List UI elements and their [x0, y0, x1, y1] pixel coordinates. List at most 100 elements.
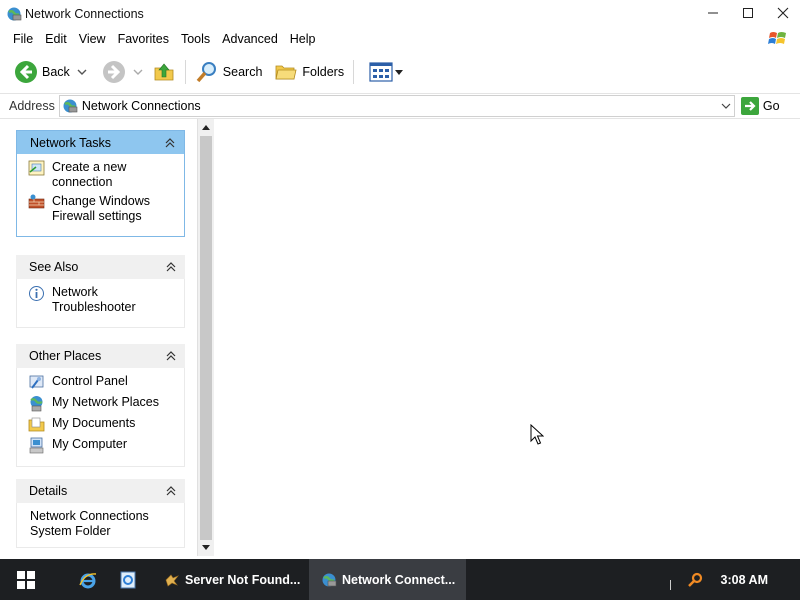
search-icon	[196, 62, 216, 83]
toolbar-separator	[184, 60, 186, 84]
menu-help[interactable]: Help	[284, 32, 322, 46]
task-label: My Computer	[52, 437, 128, 451]
title-bar[interactable]: Network Connections	[0, 0, 800, 28]
panel-title: Other Places	[29, 349, 102, 363]
close-button[interactable]	[765, 0, 800, 26]
task-label: Create a new connection	[52, 160, 127, 189]
mouse-pointer-icon	[530, 424, 544, 445]
taskbar-button-server-not-found[interactable]: Server Not Found...	[152, 559, 309, 600]
collapse-chevron-icon[interactable]	[166, 486, 176, 496]
task-pane: Network Tasks Create a new connection Ch…	[0, 119, 197, 559]
back-label: Back	[42, 65, 70, 79]
taskbar: Server Not Found... Network Connect... 3…	[0, 559, 800, 600]
details-panel: Details Network Connections System Folde…	[16, 479, 185, 548]
control-panel-icon	[29, 375, 44, 389]
task-network-troubleshooter[interactable]: Network Troubleshooter	[28, 285, 184, 315]
tray-divider	[669, 579, 671, 590]
network-tasks-header[interactable]: Network Tasks	[16, 130, 185, 154]
address-input[interactable]: Network Connections	[58, 95, 735, 117]
internet-explorer-icon	[79, 572, 97, 588]
collapse-chevron-icon[interactable]	[166, 262, 176, 272]
explorer-window: Network Connections File Edit View Favor…	[0, 0, 800, 559]
search-label: Search	[222, 65, 263, 79]
task-label: Control Panel	[52, 374, 128, 388]
system-tray: 3:08 AM	[669, 559, 800, 600]
scroll-up-arrow-icon	[202, 125, 210, 130]
info-icon	[29, 286, 44, 301]
window-title: Network Connections	[25, 7, 144, 21]
minimize-button[interactable]	[695, 0, 730, 26]
computer-icon	[29, 437, 44, 454]
windows-logo-icon	[768, 32, 786, 44]
taskbar-button-network-connections[interactable]: Network Connect...	[309, 559, 466, 600]
firefox-window-icon	[165, 574, 179, 586]
collapse-chevron-icon[interactable]	[165, 137, 175, 148]
minimize-icon	[707, 12, 718, 14]
ie-page-icon	[120, 571, 136, 588]
up-button[interactable]	[149, 57, 179, 87]
details-header[interactable]: Details	[16, 479, 185, 503]
back-history-dropdown-icon[interactable]	[77, 67, 87, 77]
task-pane-scrollbar[interactable]	[197, 119, 214, 556]
task-firewall-settings[interactable]: Change Windows Firewall settings	[28, 194, 184, 224]
search-tray-icon[interactable]	[687, 572, 703, 588]
folders-label: Folders	[302, 65, 345, 79]
quicklaunch-ie-page[interactable]	[108, 559, 148, 600]
go-label: Go	[762, 99, 780, 113]
taskbar-clock[interactable]: 3:08 AM	[721, 573, 768, 587]
place-my-network-places[interactable]: My Network Places	[28, 395, 184, 412]
place-my-computer[interactable]: My Computer	[28, 437, 184, 454]
address-value: Network Connections	[81, 99, 201, 113]
views-button[interactable]	[366, 57, 406, 87]
maximize-button[interactable]	[730, 0, 765, 26]
scroll-down-arrow-icon	[202, 545, 210, 550]
go-button[interactable]: Go	[740, 97, 780, 115]
task-label: My Documents	[52, 416, 136, 430]
file-list-area[interactable]	[215, 119, 800, 559]
task-button-label: Server Not Found...	[185, 572, 301, 587]
network-connections-icon	[322, 573, 337, 586]
place-my-documents[interactable]: My Documents	[28, 416, 184, 433]
views-icon	[369, 62, 393, 82]
scroll-thumb[interactable]	[200, 136, 212, 540]
task-label: Change Windows Firewall settings	[52, 194, 150, 223]
scroll-up-button[interactable]	[198, 119, 214, 135]
network-connections-icon	[7, 7, 22, 21]
scroll-down-button[interactable]	[198, 540, 214, 556]
search-button[interactable]: Search	[192, 57, 266, 87]
task-create-connection[interactable]: Create a new connection	[28, 160, 184, 190]
network-tasks-panel: Network Tasks Create a new connection Ch…	[16, 130, 185, 237]
details-type: System Folder	[30, 524, 111, 538]
menu-favorites[interactable]: Favorites	[112, 32, 175, 46]
place-control-panel[interactable]: Control Panel	[28, 374, 184, 391]
task-button-label: Network Connect...	[342, 572, 456, 587]
menu-edit[interactable]: Edit	[39, 32, 73, 46]
firewall-icon	[28, 194, 45, 209]
go-arrow-icon	[740, 97, 759, 115]
up-folder-icon	[154, 63, 174, 81]
menu-view[interactable]: View	[73, 32, 112, 46]
address-label: Address	[9, 99, 55, 113]
menu-file[interactable]: File	[7, 32, 39, 46]
folders-button[interactable]: Folders	[271, 57, 347, 87]
menu-tools[interactable]: Tools	[175, 32, 216, 46]
other-places-header[interactable]: Other Places	[16, 344, 185, 368]
see-also-header[interactable]: See Also	[16, 255, 185, 279]
other-places-panel: Other Places Control Panel My Network Pl…	[16, 344, 185, 467]
forward-history-dropdown-icon[interactable]	[133, 67, 143, 77]
collapse-chevron-icon[interactable]	[166, 351, 176, 361]
folders-icon	[275, 65, 297, 80]
details-name: Network Connections	[30, 509, 149, 523]
network-places-icon	[30, 396, 43, 412]
chevron-down-icon[interactable]	[720, 100, 732, 112]
quicklaunch-internet-explorer[interactable]	[68, 559, 108, 600]
menu-advanced[interactable]: Advanced	[216, 32, 284, 46]
forward-arrow-icon	[102, 61, 125, 83]
forward-button[interactable]	[99, 57, 129, 87]
standard-toolbar: Back Search Folders	[0, 55, 800, 89]
toolbar-separator	[353, 60, 355, 84]
back-button[interactable]: Back	[11, 57, 73, 87]
new-connection-icon	[28, 160, 45, 176]
start-button[interactable]	[0, 559, 52, 600]
task-label: My Network Places	[52, 395, 159, 409]
